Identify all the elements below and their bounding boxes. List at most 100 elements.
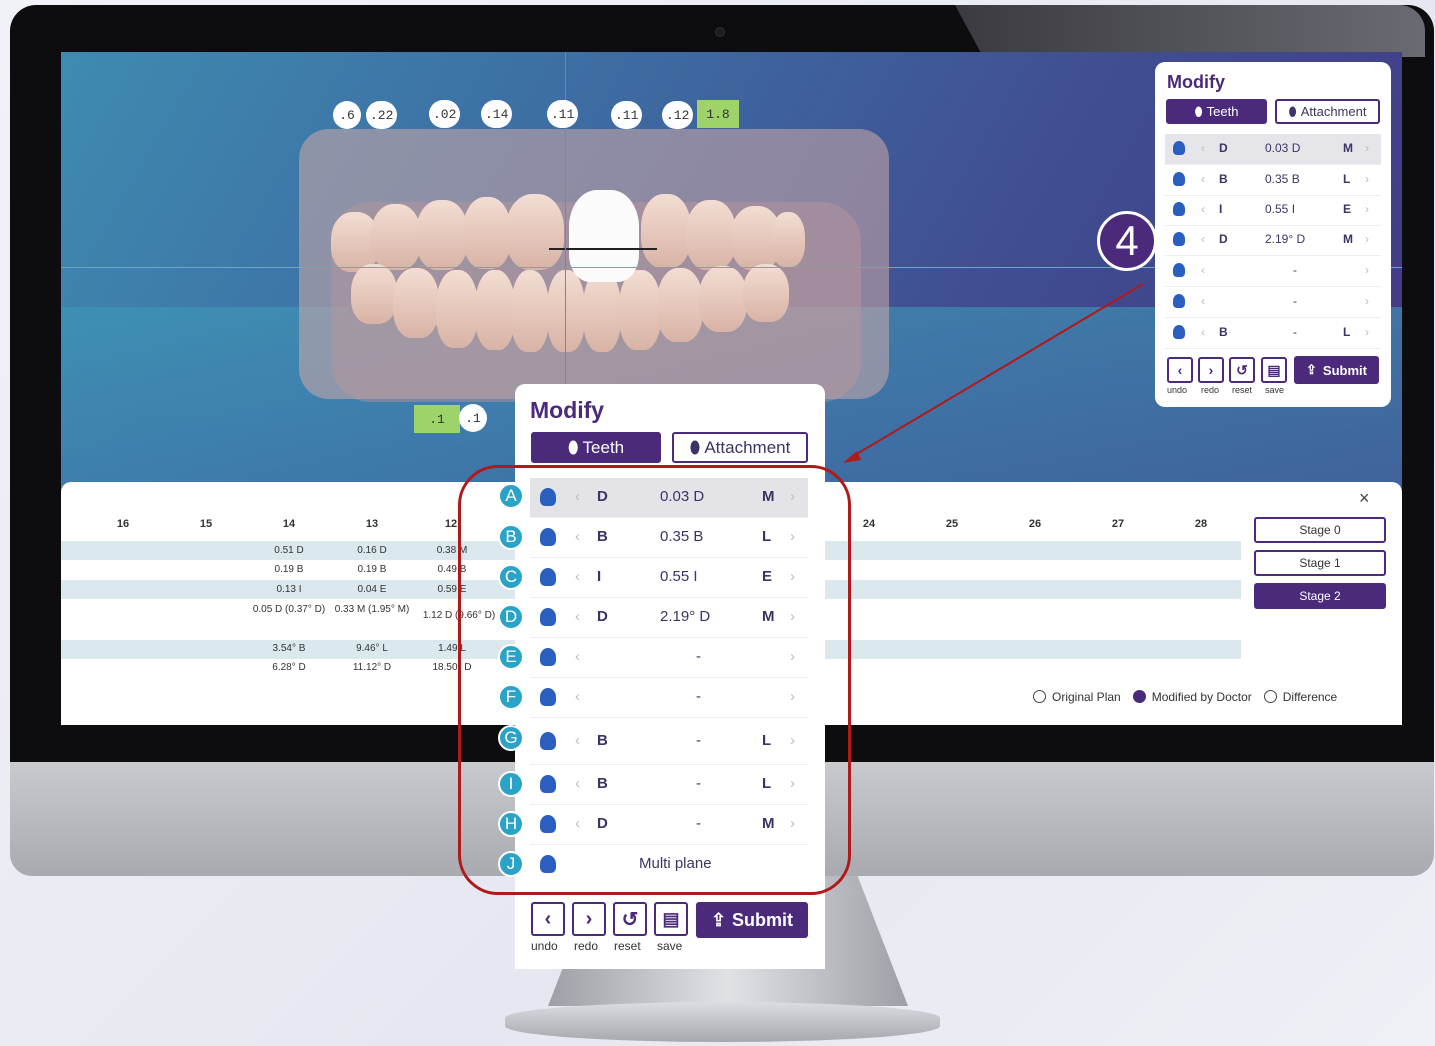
close-icon[interactable]: × <box>1359 488 1370 509</box>
table-cell: 0.05 D (0.37° D) <box>252 604 326 615</box>
tooth-tag[interactable]: .1 <box>459 404 487 432</box>
undo-button[interactable]: ‹ <box>1167 357 1193 383</box>
reset-caption: reset <box>614 939 641 953</box>
table-header: 14 <box>282 518 296 530</box>
save-button[interactable]: ▤ <box>1261 357 1287 383</box>
table-cell: 0.19 B <box>274 564 304 575</box>
tooth-icon: ⬮ <box>567 437 579 457</box>
table-header: 13 <box>365 518 379 530</box>
save-button[interactable]: ▤ <box>654 902 688 936</box>
table-header: 27 <box>1111 518 1125 530</box>
tab-label: Attachment <box>1300 104 1367 119</box>
save-caption: save <box>1265 385 1285 395</box>
inclination-icon <box>1173 294 1185 308</box>
bezel-gloss <box>955 5 1425 57</box>
stage-0-button[interactable]: Stage 0 <box>1254 517 1386 543</box>
tooth-tag[interactable]: .11 <box>611 101 643 129</box>
legend-label: Difference <box>1282 690 1338 704</box>
submit-button[interactable]: ⇪ Submit <box>696 902 808 938</box>
legend: Original Plan Modified by Doctor Differe… <box>1033 690 1337 704</box>
tooth-tag[interactable]: .02 <box>429 100 461 128</box>
table-cell: 0.16 D <box>357 545 387 556</box>
table-cell: 11.12° D <box>352 662 392 673</box>
stage-1-button[interactable]: Stage 1 <box>1254 550 1386 576</box>
tab-label: Teeth <box>1206 104 1239 119</box>
save-caption: save <box>657 939 683 953</box>
table-cell: 6.28° D <box>272 662 306 673</box>
tab-teeth[interactable]: ⬮ Teeth <box>1166 99 1267 124</box>
tab-attachment[interactable]: ⬮ Attachment <box>672 432 808 463</box>
legend-modified-by-doctor[interactable]: Modified by Doctor <box>1132 690 1252 704</box>
tooth-icon: ⬮ <box>1194 103 1203 119</box>
table-cell: 0.51 D <box>274 545 304 556</box>
upper-teeth[interactable] <box>331 192 805 272</box>
upload-icon: ⇪ <box>710 909 727 930</box>
table-cell: 9.46° L <box>356 643 388 654</box>
torque-icon <box>1173 325 1185 339</box>
movement-row[interactable]: ‹ I 0.55 I E › <box>1165 195 1381 226</box>
legend-label: Original Plan <box>1052 690 1121 704</box>
movement-row[interactable]: ‹ D 0.03 D M › <box>1165 134 1381 165</box>
tab-label: Teeth <box>582 437 625 457</box>
tooth-tag-highlight[interactable]: .1 <box>414 405 460 433</box>
movement-row[interactable]: ‹ B - L › <box>1165 318 1381 349</box>
tooth-tag-highlight[interactable]: 1.8 <box>697 100 739 128</box>
redo-button[interactable]: › <box>1198 357 1224 383</box>
table-cell: 0.13 I <box>276 584 302 595</box>
reset-caption: reset <box>1232 385 1253 395</box>
movement-row[interactable]: ‹ D 2.19° D M › <box>1165 225 1381 256</box>
tooth-tip-icon <box>1173 172 1185 186</box>
submit-button[interactable]: ⇪ Submit <box>1294 356 1379 384</box>
tab-label: Attachment <box>704 437 791 457</box>
extrusion-icon <box>1173 202 1185 216</box>
translation-icon <box>1173 141 1185 155</box>
attachment-icon: ⬮ <box>1288 103 1297 119</box>
legend-original-plan[interactable]: Original Plan <box>1033 690 1121 704</box>
monitor-base <box>505 1002 940 1042</box>
submit-label: Submit <box>1322 362 1367 378</box>
table-header: 15 <box>199 518 213 530</box>
redo-button[interactable]: › <box>572 902 606 936</box>
legend-label: Modified by Doctor <box>1151 690 1252 704</box>
legend-difference[interactable]: Difference <box>1263 690 1338 704</box>
table-cell: 0.33 M (1.95° M) <box>334 604 410 615</box>
table-header: 28 <box>1194 518 1208 530</box>
redo-caption: redo <box>574 939 599 953</box>
radio-icon <box>1132 690 1146 703</box>
undo-caption: undo <box>1167 385 1188 395</box>
radio-icon <box>1033 690 1046 703</box>
selected-tooth[interactable] <box>569 190 639 282</box>
movement-row[interactable]: ‹ - › <box>1165 287 1381 318</box>
table-header: 16 <box>116 518 130 530</box>
tab-attachment[interactable]: ⬮ Attachment <box>1275 99 1380 124</box>
upload-icon: ⇪ <box>1306 362 1317 377</box>
radio-icon <box>1263 690 1277 703</box>
submit-label: Submit <box>732 909 794 930</box>
tooth-tag[interactable]: .14 <box>481 100 513 128</box>
attachment-icon: ⬮ <box>689 437 701 457</box>
redo-caption: redo <box>1201 385 1220 395</box>
tab-teeth[interactable]: ⬮ Teeth <box>531 432 661 463</box>
tooth-tag[interactable]: .22 <box>366 101 398 129</box>
reset-button[interactable]: ↺ <box>613 902 647 936</box>
undo-button[interactable]: ‹ <box>531 902 565 936</box>
table-header: 25 <box>945 518 959 530</box>
highlight-frame <box>458 465 851 895</box>
modify-title: Modify <box>530 397 605 423</box>
movement-row[interactable]: ‹ B 0.35 B L › <box>1165 165 1381 196</box>
table-cell: 0.04 E <box>357 584 387 595</box>
table-header: 26 <box>1028 518 1042 530</box>
lower-teeth[interactable] <box>351 264 791 354</box>
webcam-icon <box>715 27 725 37</box>
modify-panel-small: Modify ⬮ Teeth ⬮ Attachment ‹ D 0.03 D M › ‹ B 0… <box>1155 62 1391 407</box>
movement-row[interactable]: ‹ - › <box>1165 256 1381 287</box>
reset-button[interactable]: ↺ <box>1229 357 1255 383</box>
stage-2-button[interactable]: Stage 2 <box>1254 583 1386 609</box>
modify-title: Modify <box>1167 72 1225 92</box>
rotation-icon <box>1173 232 1185 246</box>
tooth-tag[interactable]: .11 <box>547 100 579 128</box>
undo-caption: undo <box>531 939 558 953</box>
table-cell: 3.54° B <box>272 643 306 654</box>
tooth-tag[interactable]: .6 <box>333 101 361 129</box>
tooth-tag[interactable]: .12 <box>662 101 694 129</box>
